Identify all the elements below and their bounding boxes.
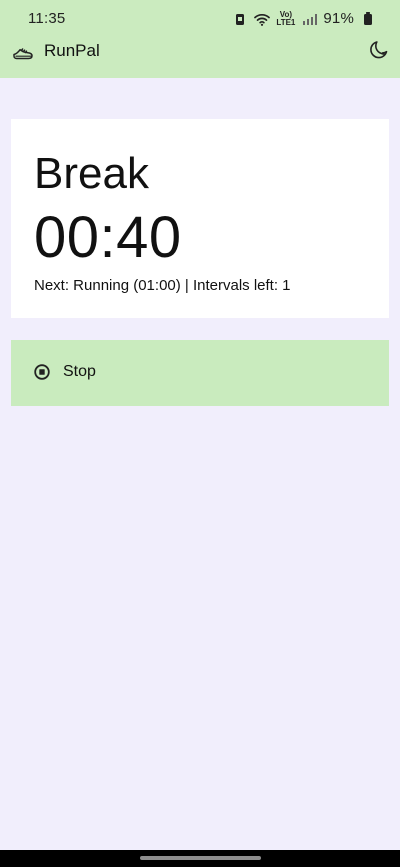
- system-nav-bar: [0, 850, 400, 867]
- stop-button[interactable]: Stop: [11, 340, 389, 406]
- next-interval-info: Next: Running (01:00) | Intervals left: …: [34, 277, 291, 294]
- network-bottom: LTE1: [276, 17, 296, 27]
- top-header: 11:35 Vo) LTE1 91% RunPal: [0, 0, 400, 78]
- app-title: RunPal: [44, 41, 100, 60]
- sim-lock-icon: [236, 13, 245, 25]
- status-bar: 11:35 Vo) LTE1 91%: [0, 0, 400, 36]
- status-icons: Vo) LTE1 91%: [232, 10, 376, 27]
- stop-label: Stop: [63, 363, 96, 380]
- signal-icon: [303, 13, 318, 25]
- home-handle[interactable]: [140, 856, 261, 860]
- time-remaining: 00:40: [34, 205, 182, 270]
- stop-button-content: Stop: [33, 363, 96, 381]
- timer-card: Break 00:40 Next: Running (01:00) | Inte…: [11, 119, 389, 318]
- battery-percent: 91%: [323, 10, 354, 27]
- running-shoe-icon: [13, 48, 33, 60]
- moon-icon: [370, 41, 388, 59]
- status-time: 11:35: [28, 10, 66, 27]
- phase-label: Break: [34, 149, 149, 198]
- app-bar: RunPal: [0, 36, 400, 78]
- network-label: Vo) LTE1: [276, 10, 296, 27]
- theme-toggle-button[interactable]: [368, 38, 390, 60]
- stop-icon: [34, 364, 50, 380]
- app-branding: RunPal: [12, 40, 100, 62]
- wifi-icon: [254, 13, 271, 26]
- battery-icon: [364, 11, 372, 25]
